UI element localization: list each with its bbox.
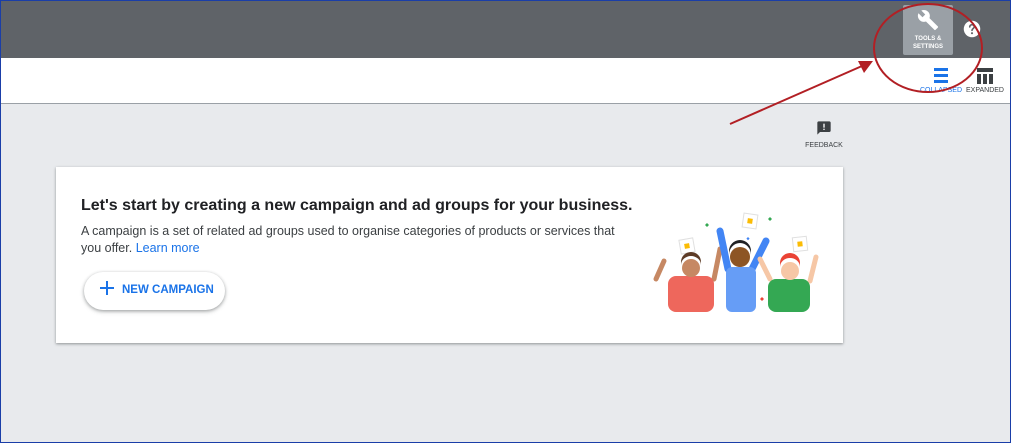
feedback-button[interactable]: FEEDBACK — [804, 120, 844, 149]
get-started-card: Let's start by creating a new campaign a… — [56, 167, 843, 343]
view-toolbar: COLLAPSED EXPANDED — [0, 58, 1011, 104]
expanded-view-button[interactable]: EXPANDED — [964, 68, 1006, 95]
learn-more-link[interactable]: Learn more — [136, 241, 200, 255]
collapsed-view-button[interactable]: COLLAPSED — [919, 68, 963, 95]
celebrating-people-illustration — [653, 212, 819, 312]
top-app-bar: TOOLS & SETTINGS — [0, 0, 1011, 58]
feedback-label: FEEDBACK — [805, 142, 843, 149]
new-campaign-button[interactable]: NEW CAMPAIGN — [84, 272, 225, 310]
collapsed-view-icon — [934, 68, 948, 83]
wrench-icon — [917, 10, 939, 31]
expanded-view-icon — [977, 68, 993, 84]
help-icon[interactable] — [963, 20, 981, 43]
card-description: A campaign is a set of related ad groups… — [81, 223, 626, 257]
plus-icon — [100, 281, 114, 295]
feedback-icon — [817, 121, 831, 135]
expanded-view-label: EXPANDED — [966, 87, 1004, 94]
collapsed-view-label: COLLAPSED — [919, 87, 963, 94]
tools-and-settings-button[interactable]: TOOLS & SETTINGS — [903, 5, 953, 55]
card-title: Let's start by creating a new campaign a… — [81, 197, 633, 214]
tools-and-settings-label: TOOLS & SETTINGS — [912, 36, 943, 50]
new-campaign-label: NEW CAMPAIGN — [122, 284, 214, 296]
